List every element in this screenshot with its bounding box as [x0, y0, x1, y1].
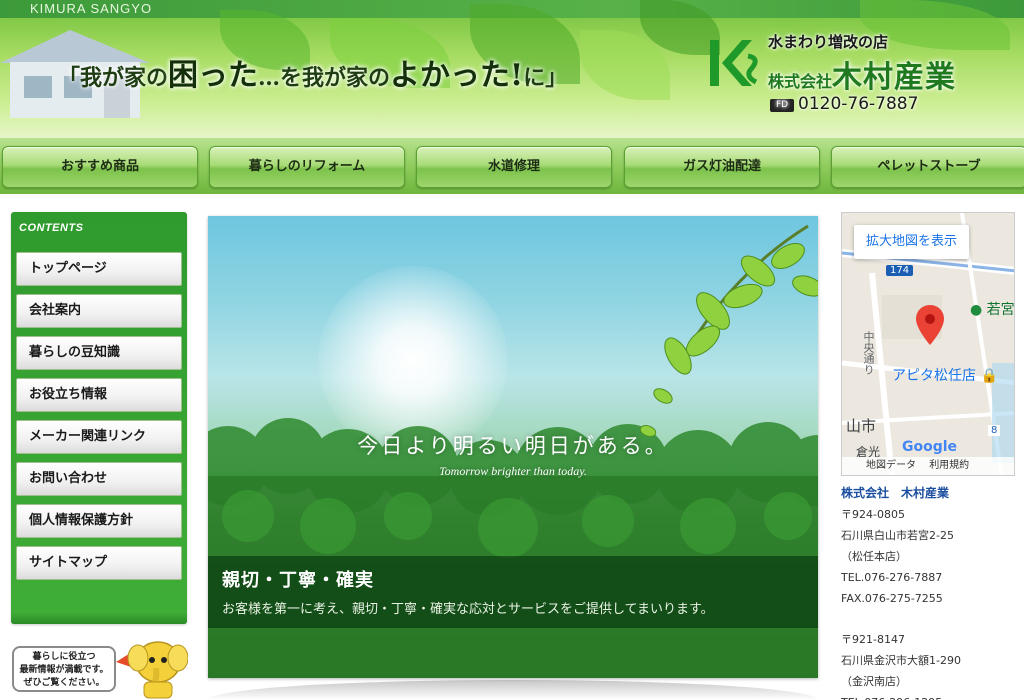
company-prefix: 株式会社	[768, 72, 833, 91]
mascot-speech-bubble[interactable]: 暮らしに役立つ 最新情報が満載です。 ぜひご覧ください。	[12, 646, 116, 692]
nav-plumbing[interactable]: 水道修理	[416, 146, 612, 188]
nav-pellet-stove[interactable]: ペレットストーブ	[831, 146, 1024, 188]
page: KIMURA SANGYO 「我が家の困った…を我が家のよかった!に」 水まわり…	[0, 0, 1024, 700]
nav-gas-delivery[interactable]: ガス灯油配達	[624, 146, 820, 188]
logo-company-name: 株式会社木村産業	[768, 52, 956, 96]
hero-message: 今日より明るい明日がある。	[357, 434, 669, 458]
address: 石川県白山市若宮2-25	[841, 529, 954, 542]
google-map[interactable]: 拡大地図を表示 174 ● 若宮 中央通り アピタ松任店 🔒 山市 倉光 Goo…	[841, 212, 1015, 476]
sidebar-item-tips[interactable]: 暮らしの豆知識	[16, 336, 182, 370]
caption-title: 親切・丁寧・確実	[222, 570, 374, 591]
company-name: 木村産業	[832, 60, 957, 95]
hero-image: 今日より明るい明日がある。 Tomorrow brighter than tod…	[208, 216, 818, 678]
phone-text: 0120-76-7887	[798, 94, 919, 114]
bubble-line: 最新情報が満載です。	[19, 665, 109, 675]
label-text: アピタ松任店	[892, 368, 976, 384]
hero-caption: 親切・丁寧・確実 お客様を第一に考え、親切・丁寧・確実な応対とサービスをご提供し…	[208, 556, 818, 628]
route-shield: 174	[886, 265, 914, 276]
shopping-icon: 🔒	[980, 368, 998, 384]
tagline-emphasis: 困った	[168, 58, 259, 93]
company-info: 株式会社 木村産業 〒924-0805 石川県白山市若宮2-25 （松任本店） …	[841, 482, 1021, 700]
sidebar-item-sitemap[interactable]: サイトマップ	[16, 546, 182, 580]
ks-logo-icon	[710, 40, 758, 86]
label-text: 若宮	[986, 302, 1015, 318]
map-label-city: 山市	[846, 417, 877, 435]
elephant-mascot-icon[interactable]	[112, 632, 188, 700]
sidebar-item-info[interactable]: お役立ち情報	[16, 378, 182, 412]
sidebar-title: CONTENTS	[19, 222, 84, 234]
sidebar-item-top[interactable]: トップページ	[16, 252, 182, 286]
bubble-line: ぜひご覧ください。	[23, 678, 105, 688]
fax: FAX.076-275-7255	[841, 592, 943, 605]
company-logo[interactable]: 水まわり増改の店 株式会社木村産業 FD 0120-76-7887	[698, 28, 1018, 118]
tagline-emphasis: よかった!	[390, 58, 524, 93]
route-shield-8: 8	[988, 425, 1001, 436]
map-label-store: アピタ松任店 🔒	[892, 365, 998, 385]
address: 石川県金沢市大額1-290	[841, 654, 961, 667]
google-logo: Google	[902, 439, 958, 455]
hero-subtitle: Tomorrow brighter than today.	[439, 464, 587, 478]
map-data-link[interactable]: 地図データ	[842, 460, 916, 471]
bubble-line: 暮らしに役立つ	[32, 652, 96, 662]
tagline-part: に」	[523, 65, 568, 91]
info-company-name[interactable]: 株式会社 木村産業	[841, 482, 1021, 504]
sidebar-item-company[interactable]: 会社案内	[16, 294, 182, 328]
map-pin-icon[interactable]	[916, 305, 944, 345]
sidebar-item-maker-links[interactable]: メーカー関連リンク	[16, 420, 182, 454]
sidebar-footer	[11, 612, 187, 624]
park-icon: ●	[970, 302, 983, 318]
map-footer: 地図データ 利用規約	[842, 457, 1014, 475]
hero-shadow	[208, 680, 818, 700]
global-nav: おすすめ商品 暮らしのリフォーム 水道修理 ガス灯油配達 ペレットストーブ	[0, 138, 1024, 194]
map-label-road: 中央通り	[862, 331, 875, 375]
tagline: 「我が家の困った…を我が家のよかった!に」	[58, 56, 567, 96]
branch-name: （松任本店）	[841, 550, 907, 563]
tel: TEL.076-276-7887	[841, 571, 943, 584]
nav-reform[interactable]: 暮らしのリフォーム	[209, 146, 405, 188]
site-name: KIMURA SANGYO	[30, 1, 153, 16]
branch-name: （金沢南店）	[841, 675, 907, 688]
postal-code: 〒921-8147	[841, 633, 905, 646]
map-label-wakamiya: ● 若宮	[970, 299, 1015, 319]
logo-subtitle: 水まわり増改の店	[768, 33, 889, 51]
freedial-icon: FD	[770, 99, 794, 112]
nav-recommended[interactable]: おすすめ商品	[2, 146, 198, 188]
sidebar-item-contact[interactable]: お問い合わせ	[16, 462, 182, 496]
enlarge-map-button[interactable]: 拡大地図を表示	[854, 225, 970, 259]
caption-text: お客様を第一に考え、親切・丁寧・確実な応対とサービスをご提供してまいります。	[222, 602, 714, 617]
map-terms-link[interactable]: 利用規約	[919, 460, 969, 471]
postal-code: 〒924-0805	[841, 508, 905, 521]
tagline-part: 「我が家の	[58, 65, 169, 91]
header-banner: KIMURA SANGYO 「我が家の困った…を我が家のよかった!に」 水まわり…	[0, 0, 1024, 138]
sidebar: CONTENTS トップページ 会社案内 暮らしの豆知識 お役立ち情報 メーカー…	[11, 212, 187, 624]
tagline-part: …を我が家の	[258, 65, 391, 91]
sidebar-item-privacy[interactable]: 個人情報保護方針	[16, 504, 182, 538]
tel: TEL.076-296-1295	[841, 692, 1021, 700]
phone-number: FD 0120-76-7887	[770, 94, 918, 114]
